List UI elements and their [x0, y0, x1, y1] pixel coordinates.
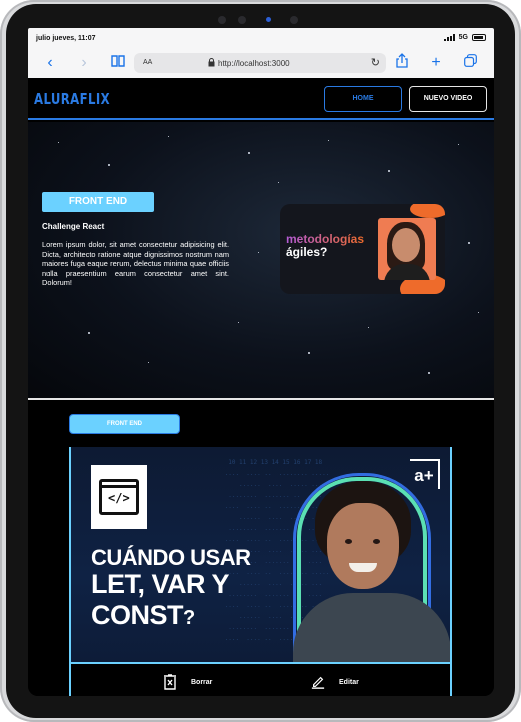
video-actions: Borrar Editar: [71, 662, 450, 696]
lock-icon: [208, 58, 215, 67]
delete-button[interactable]: Borrar: [163, 674, 212, 690]
trash-icon: [164, 674, 176, 690]
reader-button[interactable]: AA: [143, 59, 152, 66]
home-button[interactable]: HOME: [324, 86, 402, 112]
delete-label: Borrar: [191, 678, 213, 686]
code-window-icon: </>: [91, 465, 147, 529]
tabs-icon[interactable]: [460, 53, 480, 73]
site-header: ALURAFLIX HOME NUEVO VIDEO: [28, 78, 494, 120]
video-card: 10 11 12 13 14 15 16 17 18 .... .... .. …: [69, 447, 452, 696]
video-thumbnail[interactable]: 10 11 12 13 14 15 16 17 18 .... .... .. …: [71, 447, 450, 662]
hero-video-thumbnail[interactable]: metodologías ágiles?: [280, 204, 445, 294]
webpage: ALURAFLIX HOME NUEVO VIDEO FRONT END Cha…: [28, 78, 494, 696]
section-category-badge: FRONT END: [69, 414, 180, 434]
signal-icon: [443, 34, 455, 41]
camera-icon: [238, 16, 246, 24]
new-video-button[interactable]: NUEVO VIDEO: [409, 86, 487, 112]
hero-description: Lorem ipsum dolor, sit amet consectetur …: [42, 240, 229, 288]
video-title-line2: LET, VAR Y: [91, 569, 230, 599]
edit-button[interactable]: Editar: [311, 674, 359, 690]
browser-toolbar: ‹ › AA http://localhost:3000 ↻ +: [28, 50, 494, 76]
video-title-line3: CONST?: [91, 600, 195, 630]
address-bar[interactable]: AA http://localhost:3000 ↻: [134, 53, 386, 73]
browser-chrome: julio jueves, 11:07 5G ‹ › AA http://loc…: [28, 28, 494, 78]
hero-title: Challenge React: [42, 222, 105, 231]
reload-icon[interactable]: ↻: [371, 56, 380, 69]
presenter-photo: [378, 218, 436, 280]
presenter-image: [293, 473, 450, 662]
forward-icon[interactable]: ›: [74, 53, 94, 73]
status-right: 5G: [443, 34, 486, 41]
camera-indicator-icon: [266, 17, 271, 22]
edit-label: Editar: [339, 678, 359, 686]
sensor-icon: [290, 16, 298, 24]
back-icon[interactable]: ‹: [40, 53, 60, 73]
hero-category-badge: FRONT END: [42, 192, 154, 212]
sensor-icon: [218, 16, 226, 24]
video-title-line1: CUÁNDO USAR: [91, 545, 251, 570]
url-text: http://localhost:3000: [218, 59, 290, 68]
pencil-icon: [311, 676, 325, 689]
camera-bar: [216, 14, 316, 26]
new-tab-icon[interactable]: +: [426, 53, 446, 73]
bookmarks-icon[interactable]: [108, 53, 128, 73]
tablet-frame: julio jueves, 11:07 5G ‹ › AA http://loc…: [0, 0, 521, 722]
screen: julio jueves, 11:07 5G ‹ › AA http://loc…: [28, 28, 494, 696]
code-glyph: </>: [108, 491, 130, 505]
status-bar: julio jueves, 11:07 5G: [28, 28, 494, 48]
site-logo[interactable]: ALURAFLIX: [34, 90, 110, 108]
network-label: 5G: [458, 34, 468, 41]
thumbnail-title-line1: metodologías: [286, 232, 365, 246]
battery-icon: [472, 34, 486, 41]
status-time: julio jueves, 11:07: [36, 35, 96, 42]
thumbnail-title-line2: ágiles?: [286, 245, 328, 259]
hero-banner: FRONT END Challenge React Lorem ipsum do…: [28, 122, 494, 400]
share-icon[interactable]: [392, 53, 412, 73]
